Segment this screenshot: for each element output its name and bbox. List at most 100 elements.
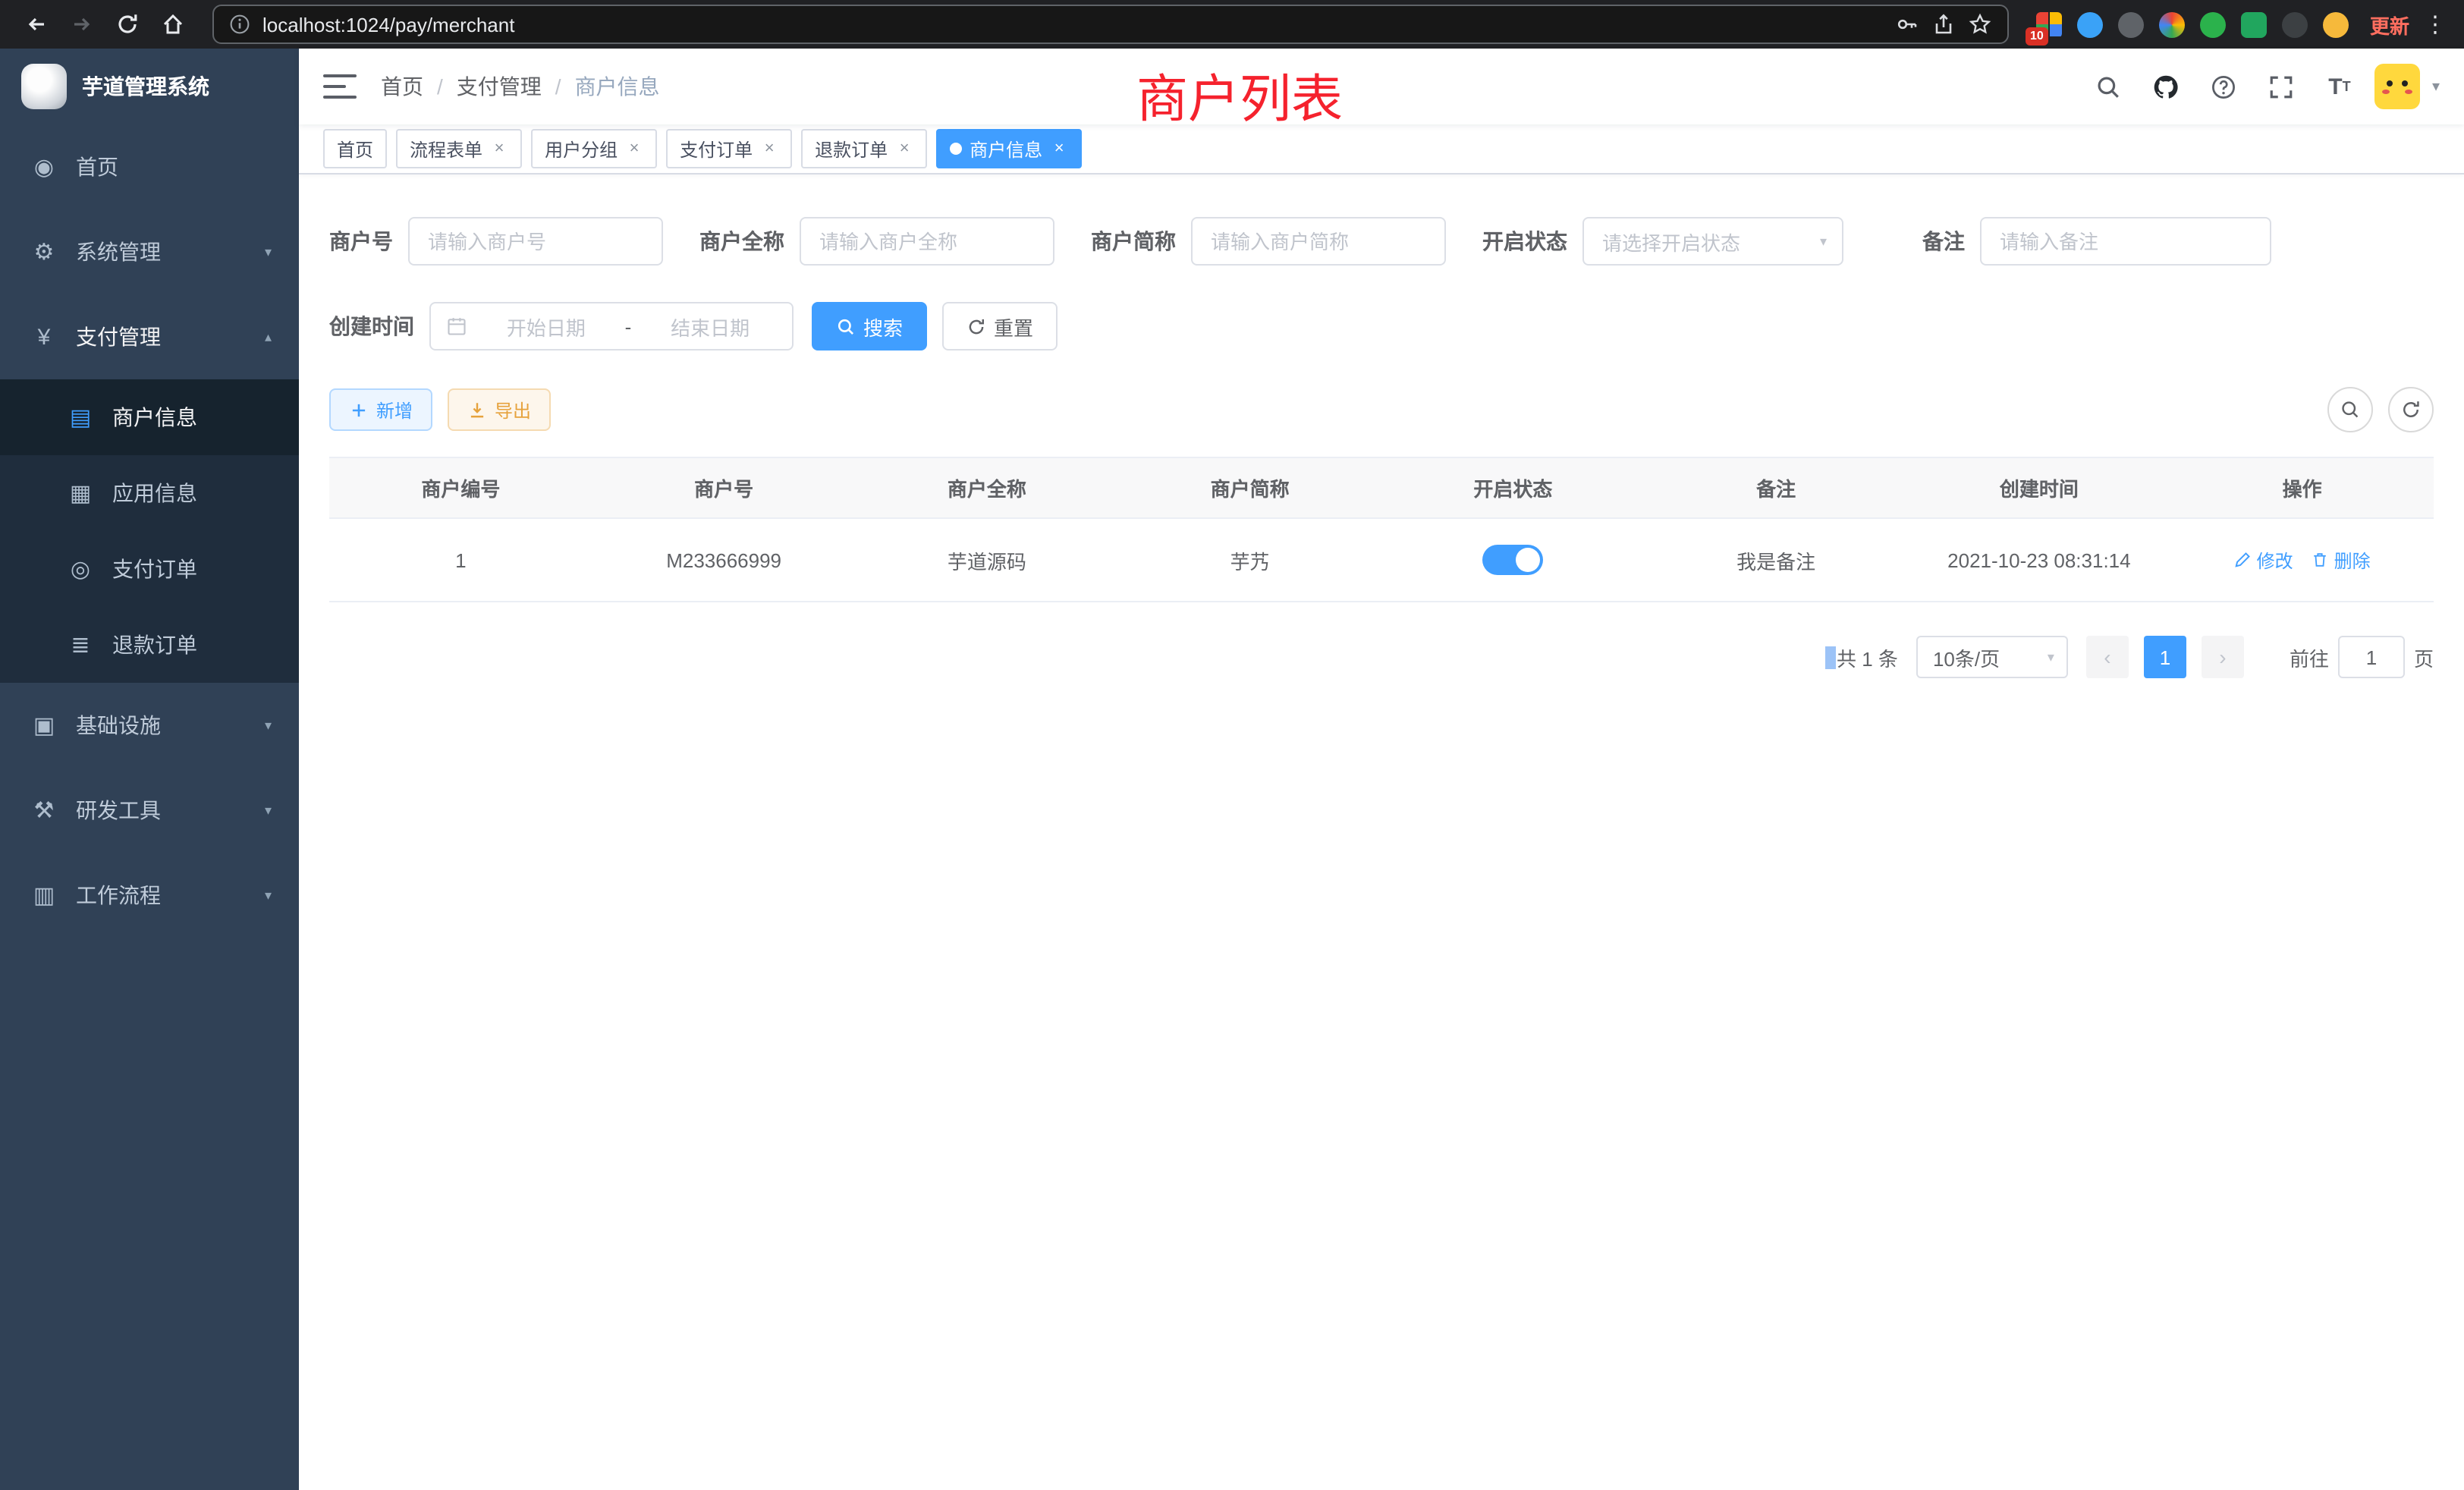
extension-drop-icon[interactable] xyxy=(2077,11,2103,37)
url-text[interactable]: localhost:1024/pay/merchant xyxy=(262,13,1883,36)
reset-button[interactable]: 重置 xyxy=(942,302,1058,350)
extension-colorful-icon[interactable] xyxy=(2159,11,2185,37)
add-button[interactable]: 新增 xyxy=(329,388,432,431)
sidebar-item-home[interactable]: ◉ 首页 xyxy=(0,124,299,209)
browser-menu-icon[interactable]: ⋮ xyxy=(2422,11,2449,38)
extension-grid-icon[interactable]: 10 xyxy=(2036,11,2062,37)
sidebar-item-payment[interactable]: ¥ 支付管理 ▴ xyxy=(0,294,299,379)
remark-input[interactable] xyxy=(1980,217,2271,266)
yuan-icon: ¥ xyxy=(30,324,58,350)
tab-pay-order[interactable]: 支付订单 × xyxy=(666,129,792,168)
site-info-icon[interactable] xyxy=(229,14,250,35)
font-size-icon[interactable]: TT xyxy=(2317,64,2362,109)
refresh-table-icon[interactable] xyxy=(2388,387,2434,432)
address-bar[interactable]: localhost:1024/pay/merchant xyxy=(212,5,2009,44)
delete-link[interactable]: 删除 xyxy=(2312,547,2371,573)
search-icon[interactable] xyxy=(2086,64,2132,109)
tab-process-form[interactable]: 流程表单 × xyxy=(396,129,522,168)
export-button[interactable]: 导出 xyxy=(448,388,551,431)
next-page-button[interactable]: › xyxy=(2202,636,2244,678)
page-content: 商户号 商户全称 商户简称 开启状态 请选择开启状态 xyxy=(299,174,2464,1490)
refresh-button[interactable] xyxy=(106,5,149,44)
help-icon[interactable] xyxy=(2202,64,2247,109)
search-button[interactable]: 搜索 xyxy=(812,302,927,350)
col-header-remark: 备注 xyxy=(1645,458,1908,519)
chrome-update-button[interactable]: 更新 xyxy=(2370,10,2409,39)
col-header-create-time: 创建时间 xyxy=(1908,458,2171,519)
edit-link[interactable]: 修改 xyxy=(2234,547,2293,573)
cell-remark: 我是备注 xyxy=(1645,519,1908,602)
calendar-icon xyxy=(446,316,467,337)
prev-page-button[interactable]: ‹ xyxy=(2086,636,2129,678)
add-button-label: 新增 xyxy=(376,397,413,423)
hamburger-icon[interactable] xyxy=(323,74,357,99)
app-logo[interactable]: 芋道管理系统 xyxy=(0,49,299,124)
merchant-no-input[interactable] xyxy=(408,217,663,266)
tab-label: 商户信息 xyxy=(970,136,1042,162)
status-switch[interactable] xyxy=(1482,545,1543,575)
breadcrumb-current: 商户信息 xyxy=(575,71,660,102)
full-name-label: 商户全称 xyxy=(699,226,784,256)
tab-label: 首页 xyxy=(337,136,373,162)
github-icon[interactable] xyxy=(2144,64,2189,109)
delete-link-label: 删除 xyxy=(2334,547,2371,573)
extension-green-circle-icon[interactable] xyxy=(2200,11,2226,37)
share-icon[interactable] xyxy=(1931,12,1956,36)
bookmark-star-icon[interactable] xyxy=(1968,12,1992,36)
page-1-button[interactable]: 1 xyxy=(2144,636,2186,678)
select-caret-icon: ▾ xyxy=(2048,649,2054,665)
password-key-icon[interactable] xyxy=(1895,12,1919,36)
tab-merchant-info[interactable]: 商户信息 × xyxy=(936,129,1082,168)
home-button[interactable] xyxy=(152,5,194,44)
short-name-input[interactable] xyxy=(1191,217,1446,266)
dashboard-icon: ◉ xyxy=(30,153,58,181)
close-icon[interactable]: × xyxy=(1050,140,1068,158)
breadcrumb-separator: / xyxy=(555,74,561,99)
chevron-down-icon: ▾ xyxy=(265,887,272,904)
table-toolbar: 新增 导出 xyxy=(329,387,2434,432)
close-icon[interactable]: × xyxy=(625,140,643,158)
pagination-total: 共 1 条 xyxy=(1824,643,1898,671)
sidebar-item-merchant-info[interactable]: ▤ 商户信息 xyxy=(0,379,299,455)
date-range-picker[interactable]: 开始日期 - 结束日期 xyxy=(429,302,794,350)
merchant-no-label: 商户号 xyxy=(329,226,393,256)
avatar-dropdown-caret-icon[interactable]: ▾ xyxy=(2432,78,2440,95)
extension-face-icon[interactable] xyxy=(2323,11,2349,37)
tab-refund-order[interactable]: 退款订单 × xyxy=(801,129,927,168)
sidebar-item-app-info[interactable]: ▦ 应用信息 xyxy=(0,455,299,531)
close-icon[interactable]: × xyxy=(895,140,913,158)
breadcrumb-payment[interactable]: 支付管理 xyxy=(457,71,542,102)
close-icon[interactable]: × xyxy=(760,140,778,158)
sidebar-item-workflow[interactable]: ▥ 工作流程 ▾ xyxy=(0,853,299,938)
back-button[interactable] xyxy=(15,5,58,44)
toggle-search-icon[interactable] xyxy=(2327,387,2373,432)
goto-page-input[interactable] xyxy=(2338,636,2405,678)
goto-suffix: 页 xyxy=(2414,643,2434,671)
sidebar-item-dev-tools[interactable]: ⚒ 研发工具 ▾ xyxy=(0,768,299,853)
sidebar: 芋道管理系统 ◉ 首页 ⚙ 系统管理 ▾ ¥ 支付管理 ▴ xyxy=(0,49,299,1490)
status-select[interactable]: 请选择开启状态 ▾ xyxy=(1582,217,1843,266)
tab-home[interactable]: 首页 xyxy=(323,129,387,168)
fullscreen-icon[interactable] xyxy=(2259,64,2305,109)
page-size-select[interactable]: 10条/页 ▾ xyxy=(1916,636,2068,678)
sidebar-item-pay-order[interactable]: ◎ 支付订单 xyxy=(0,531,299,607)
breadcrumb-home[interactable]: 首页 xyxy=(381,71,423,102)
forward-button[interactable] xyxy=(61,5,103,44)
extension-dark-icon[interactable] xyxy=(2118,11,2144,37)
chevron-up-icon: ▴ xyxy=(265,328,272,345)
sidebar-item-system[interactable]: ⚙ 系统管理 ▾ xyxy=(0,209,299,294)
user-avatar[interactable] xyxy=(2374,64,2420,109)
extension-green-square-icon[interactable] xyxy=(2241,11,2267,37)
close-icon[interactable]: × xyxy=(490,140,508,158)
full-name-input[interactable] xyxy=(800,217,1054,266)
tab-label: 支付订单 xyxy=(680,136,753,162)
extension-pin-icon[interactable] xyxy=(2282,11,2308,37)
refresh-icon xyxy=(966,316,986,336)
sidebar-item-label: 商户信息 xyxy=(112,402,197,432)
extensions-row: 10 xyxy=(2027,11,2358,37)
tab-user-group[interactable]: 用户分组 × xyxy=(531,129,657,168)
col-header-full-name: 商户全称 xyxy=(856,458,1119,519)
col-header-id: 商户编号 xyxy=(329,458,592,519)
sidebar-item-infra[interactable]: ▣ 基础设施 ▾ xyxy=(0,683,299,768)
sidebar-item-refund-order[interactable]: ≣ 退款订单 xyxy=(0,607,299,683)
